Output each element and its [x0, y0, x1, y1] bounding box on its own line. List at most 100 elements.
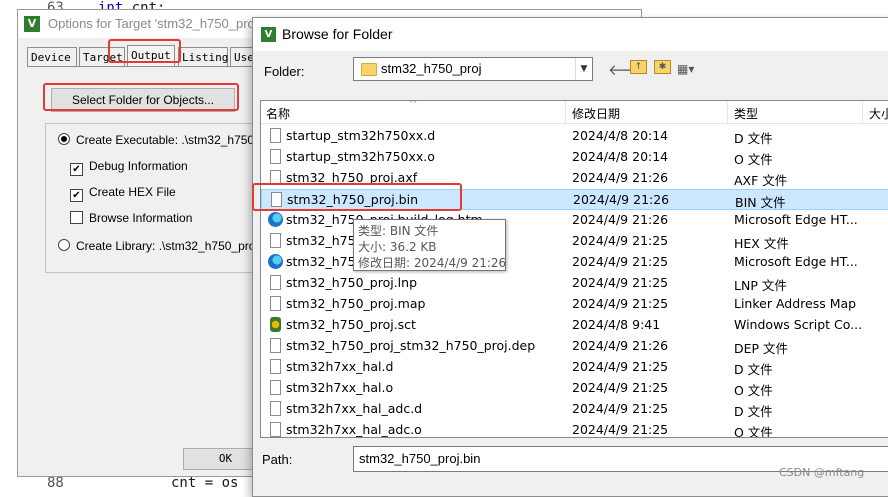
- file-type: Windows Script Co...: [734, 317, 863, 332]
- file-date: 2024/4/9 21:25: [572, 422, 669, 437]
- edge-icon: [268, 212, 283, 227]
- file-row[interactable]: stm32h7xx_hal_adc.o 2024/4/9 21:25 O 文件: [261, 420, 888, 438]
- file-type: Microsoft Edge HT...: [734, 212, 858, 227]
- highlight-output-tab: [108, 39, 181, 63]
- file-type: DEP 文件: [734, 341, 789, 356]
- chevron-down-icon[interactable]: ▼: [575, 58, 592, 80]
- file-type: Linker Address Map: [734, 296, 857, 311]
- file-type: LNP 文件: [734, 278, 787, 293]
- keil-app-icon: V: [24, 16, 40, 32]
- file-row[interactable]: startup_stm32h750xx.d 2024/4/8 20:14 D 文件: [261, 126, 888, 147]
- highlight-bin-file: [252, 183, 462, 211]
- column-type[interactable]: 类型: [734, 105, 758, 122]
- tab-listing[interactable]: Listing: [178, 47, 228, 66]
- view-menu-icon[interactable]: ▦▾: [677, 62, 694, 76]
- tooltip-type: 类型: BIN 文件: [358, 224, 439, 238]
- tooltip-size: 大小: 36.2 KB: [358, 240, 437, 254]
- file-name: stm32h7xx_hal.o: [286, 380, 394, 395]
- file-date: 2024/4/9 21:26: [572, 338, 669, 353]
- file-date: 2024/4/9 21:26: [572, 212, 669, 227]
- file-name: stm32_h750_proj.map: [286, 296, 426, 311]
- file-row[interactable]: stm32_h750_proj.sct 2024/4/8 9:41 Windows …: [261, 315, 888, 336]
- browse-folder-dialog: V Browse for Folder Folder: stm32_h750_p…: [252, 17, 888, 497]
- debug-information-option[interactable]: ✔ Debug Information: [70, 159, 188, 176]
- file-name: stm32h7xx_hal_adc.d: [286, 401, 423, 416]
- file-name: stm32_h750_proj_stm32_h750_proj.dep: [286, 338, 536, 353]
- script-icon: [270, 317, 281, 332]
- keil-app-icon: V: [261, 27, 276, 42]
- folder-combo[interactable]: stm32_h750_proj ▼: [353, 57, 593, 81]
- file-type: BIN 文件: [735, 195, 786, 210]
- highlight-select-folder: [43, 83, 239, 111]
- file-type: D 文件: [734, 362, 773, 377]
- file-name: startup_stm32h750xx.o: [286, 149, 435, 164]
- tab-device[interactable]: Device: [27, 47, 77, 66]
- path-label: Path:: [262, 452, 293, 467]
- file-name: startup_stm32h750xx.d: [286, 128, 436, 143]
- file-row[interactable]: stm32_h750_proj_stm32_h750_proj.dep 2024/…: [261, 336, 888, 357]
- file-icon: [270, 401, 281, 416]
- file-type: D 文件: [734, 404, 773, 419]
- create-hex-option[interactable]: ✔ Create HEX File: [70, 185, 176, 202]
- radio-icon[interactable]: [58, 133, 70, 145]
- file-date: 2024/4/8 9:41: [572, 317, 661, 332]
- browse-information-option[interactable]: Browse Information: [70, 211, 192, 225]
- file-date: 2024/4/9 21:26: [572, 170, 669, 185]
- column-date[interactable]: 修改日期: [572, 105, 620, 122]
- tooltip-modified: 修改日期: 2024/4/9 21:26: [358, 256, 507, 270]
- file-tooltip: 类型: BIN 文件 大小: 36.2 KB 修改日期: 2024/4/9 21…: [353, 219, 506, 271]
- column-size[interactable]: 大小: [869, 105, 888, 122]
- up-folder-icon[interactable]: ↑: [630, 60, 647, 74]
- edge-icon: [268, 254, 283, 269]
- folder-icon: [361, 63, 377, 76]
- create-library-option[interactable]: Create Library: .\stm32_h750_proj\str: [58, 239, 275, 253]
- checkbox-empty-icon[interactable]: [70, 211, 83, 224]
- file-type: O 文件: [734, 425, 773, 438]
- file-icon: [270, 359, 281, 374]
- file-row[interactable]: stm32h7xx_hal.o 2024/4/9 21:25 O 文件: [261, 378, 888, 399]
- file-row[interactable]: stm32_h750_proj.lnp 2024/4/9 21:25 LNP 文件: [261, 273, 888, 294]
- file-date: 2024/4/8 20:14: [572, 149, 669, 164]
- file-type: O 文件: [734, 383, 773, 398]
- file-date: 2024/4/9 21:25: [572, 233, 669, 248]
- create-executable-option[interactable]: Create Executable: .\stm32_h750_pr: [58, 133, 271, 147]
- file-date: 2024/4/9 21:25: [572, 401, 669, 416]
- browse-title-bar: V Browse for Folder: [253, 18, 888, 51]
- file-type: D 文件: [734, 131, 773, 146]
- new-folder-icon[interactable]: ✱: [654, 60, 671, 74]
- file-type: HEX 文件: [734, 236, 789, 251]
- radio-icon[interactable]: [58, 239, 70, 251]
- file-icon: [270, 149, 281, 164]
- watermark: CSDN @mftang: [779, 466, 865, 479]
- checkbox-checked-icon[interactable]: ✔: [70, 163, 83, 176]
- options-title: Options for Target 'stm32_h750_proj: [48, 16, 258, 31]
- code-text: cnt = os: [171, 475, 239, 491]
- file-date: 2024/4/9 21:25: [572, 275, 669, 290]
- file-icon: [270, 296, 281, 311]
- file-name: stm32h7xx_hal.d: [286, 359, 394, 374]
- file-icon: [270, 128, 281, 143]
- line-number: 88: [47, 475, 64, 491]
- file-row[interactable]: stm32h7xx_hal_adc.d 2024/4/9 21:25 D 文件: [261, 399, 888, 420]
- file-type: AXF 文件: [734, 173, 788, 188]
- file-type: Microsoft Edge HT...: [734, 254, 858, 269]
- folder-label: Folder:: [264, 64, 305, 79]
- file-date: 2024/4/9 21:26: [573, 192, 670, 207]
- file-icon: [270, 233, 281, 248]
- file-type: O 文件: [734, 152, 773, 167]
- list-header: ^ 名称 修改日期 类型 大小: [261, 101, 888, 124]
- file-row[interactable]: startup_stm32h750xx.o 2024/4/8 20:14 O 文件: [261, 147, 888, 168]
- checkbox-checked-icon[interactable]: ✔: [70, 189, 83, 202]
- file-icon: [270, 275, 281, 290]
- file-name: stm32_h750_proj.sct: [286, 317, 416, 332]
- browse-title: Browse for Folder: [282, 26, 393, 42]
- file-row[interactable]: stm32h7xx_hal.d 2024/4/9 21:25 D 文件: [261, 357, 888, 378]
- file-row[interactable]: stm32_h750_proj.map 2024/4/9 21:25 Linker …: [261, 294, 888, 315]
- column-name[interactable]: 名称: [266, 105, 290, 122]
- file-icon: [270, 380, 281, 395]
- file-icon: [270, 422, 281, 437]
- file-name: stm32h7xx_hal_adc.o: [286, 422, 422, 437]
- sort-ascending-icon: ^: [409, 100, 418, 110]
- file-date: 2024/4/8 20:14: [572, 128, 669, 143]
- file-date: 2024/4/9 21:25: [572, 380, 669, 395]
